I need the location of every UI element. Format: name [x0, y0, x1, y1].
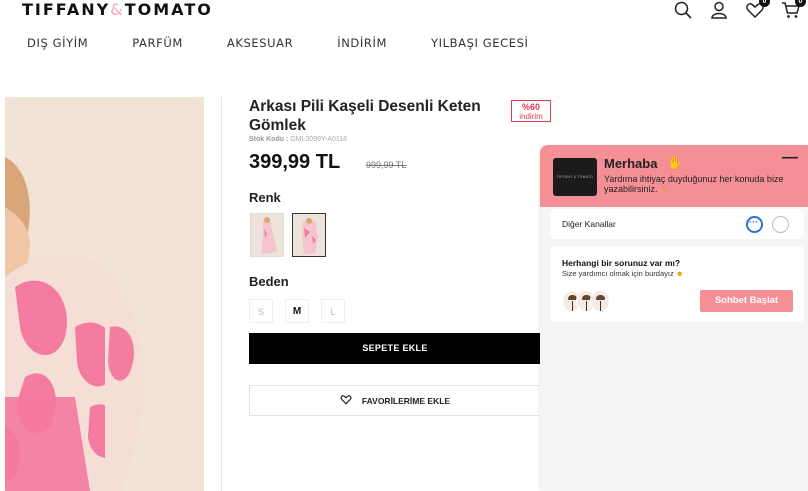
chat-avatar: TIFFANY & TOMATO: [553, 158, 597, 196]
size-label: Beden: [249, 274, 289, 289]
agent-avatars: [562, 290, 616, 312]
chat-widget: TIFFANY & TOMATO Merhaba ✋ Yardıma ihtiy…: [540, 145, 808, 491]
old-price: 999,99 TL: [366, 160, 407, 170]
main-nav: DIŞ GİYİM PARFÜM AKSESUAR İNDİRİM YILBAŞ…: [27, 36, 572, 50]
nav-item-parfum[interactable]: PARFÜM: [132, 36, 183, 50]
search-icon[interactable]: [672, 0, 694, 20]
logo-amp: &: [110, 0, 125, 19]
discount-badge: %60 indirim: [511, 100, 551, 122]
discount-value: %60: [521, 102, 540, 112]
chat-title: Merhaba: [604, 156, 658, 171]
size-option-s[interactable]: S: [249, 299, 273, 323]
size-option-m[interactable]: M: [285, 299, 309, 323]
nav-item-yilbasi-gecesi[interactable]: YILBAŞI GECESİ: [431, 36, 529, 50]
add-to-cart-button[interactable]: SEPETE EKLE: [249, 333, 541, 364]
discount-label: indirim: [519, 112, 543, 121]
chat-header: TIFFANY & TOMATO Merhaba ✋ Yardıma ihtiy…: [540, 145, 808, 207]
header-icons: 0 0: [672, 0, 806, 20]
product-photo: [5, 97, 204, 491]
emoji-icon: ☻: [675, 269, 684, 278]
nav-item-aksesuar[interactable]: AKSESUAR: [227, 36, 293, 50]
minimize-icon[interactable]: —: [782, 149, 798, 167]
cart-icon[interactable]: 0: [780, 0, 806, 20]
logo-left: TIFFANY: [22, 0, 111, 19]
heart-icon: [340, 394, 352, 407]
chat-subtitle: Yardıma ihtiyaç duyduğunuz her konuda bi…: [604, 174, 784, 194]
support-question: Herhangi bir sorunuz var mı?: [562, 258, 681, 268]
brand-logo[interactable]: TIFFANY&TOMATO: [22, 0, 213, 19]
logo-right: TOMATO: [124, 0, 213, 19]
price: 399,99 TL: [249, 151, 341, 173]
sku: Stok Kodu : GML0099Y-A0118: [249, 136, 347, 143]
cart-count: 0: [795, 0, 806, 7]
support-card: Herhangi bir sorunuz var mı? Size yardım…: [550, 246, 804, 322]
add-to-favorites-label: FAVORİLERİME EKLE: [361, 395, 451, 406]
other-channels-label: Diğer Kanallar: [562, 219, 616, 229]
nav-item-indirim[interactable]: İNDİRİM: [337, 36, 387, 50]
chat-subtitle-wrap: Yardıma ihtiyaç duyduğunuz her konuda bi…: [604, 174, 804, 194]
product-image[interactable]: [0, 97, 222, 491]
user-icon[interactable]: [708, 0, 730, 20]
image-divider: [221, 97, 222, 491]
support-answer-text: Size yardımcı olmak için burdayız: [562, 269, 674, 278]
agent-avatar: [590, 290, 610, 312]
wishlist-count: 0: [759, 0, 770, 7]
other-channels-card: Diğer Kanallar: [550, 209, 804, 239]
message-icon[interactable]: [746, 216, 763, 233]
wave-icon: ✋: [667, 155, 684, 170]
size-option-l[interactable]: L: [321, 299, 345, 323]
color-swatch-1[interactable]: [250, 213, 284, 257]
sku-label: Stok Kodu :: [249, 136, 289, 143]
add-to-favorites-button[interactable]: FAVORİLERİME EKLE: [249, 385, 541, 416]
color-label: Renk: [249, 190, 281, 205]
smile-icon: ☺: [660, 184, 670, 194]
sku-value: GML0099Y-A0118: [290, 136, 348, 143]
heart-icon[interactable]: 0: [744, 0, 770, 20]
product-title: Arkası Pili Kaşeli Desenli Keten Gömlek: [249, 98, 481, 134]
whatsapp-icon[interactable]: [772, 216, 789, 233]
nav-item-dis-giyim[interactable]: DIŞ GİYİM: [27, 36, 88, 50]
color-swatch-2[interactable]: [292, 213, 326, 257]
support-answer: Size yardımcı olmak için burdayız ☻: [562, 269, 684, 278]
start-chat-button[interactable]: Sohbet Başlat: [700, 290, 793, 312]
